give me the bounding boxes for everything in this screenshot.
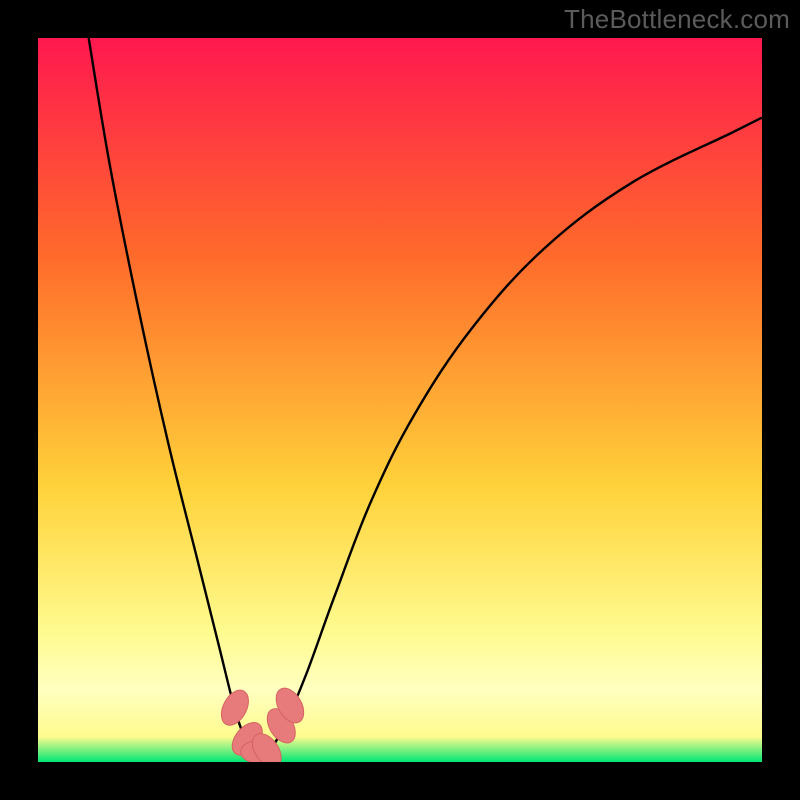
plot-background <box>38 38 762 762</box>
watermark-text: TheBottleneck.com <box>564 4 790 35</box>
bottleneck-chart <box>38 38 762 762</box>
outer-frame: TheBottleneck.com <box>0 0 800 800</box>
